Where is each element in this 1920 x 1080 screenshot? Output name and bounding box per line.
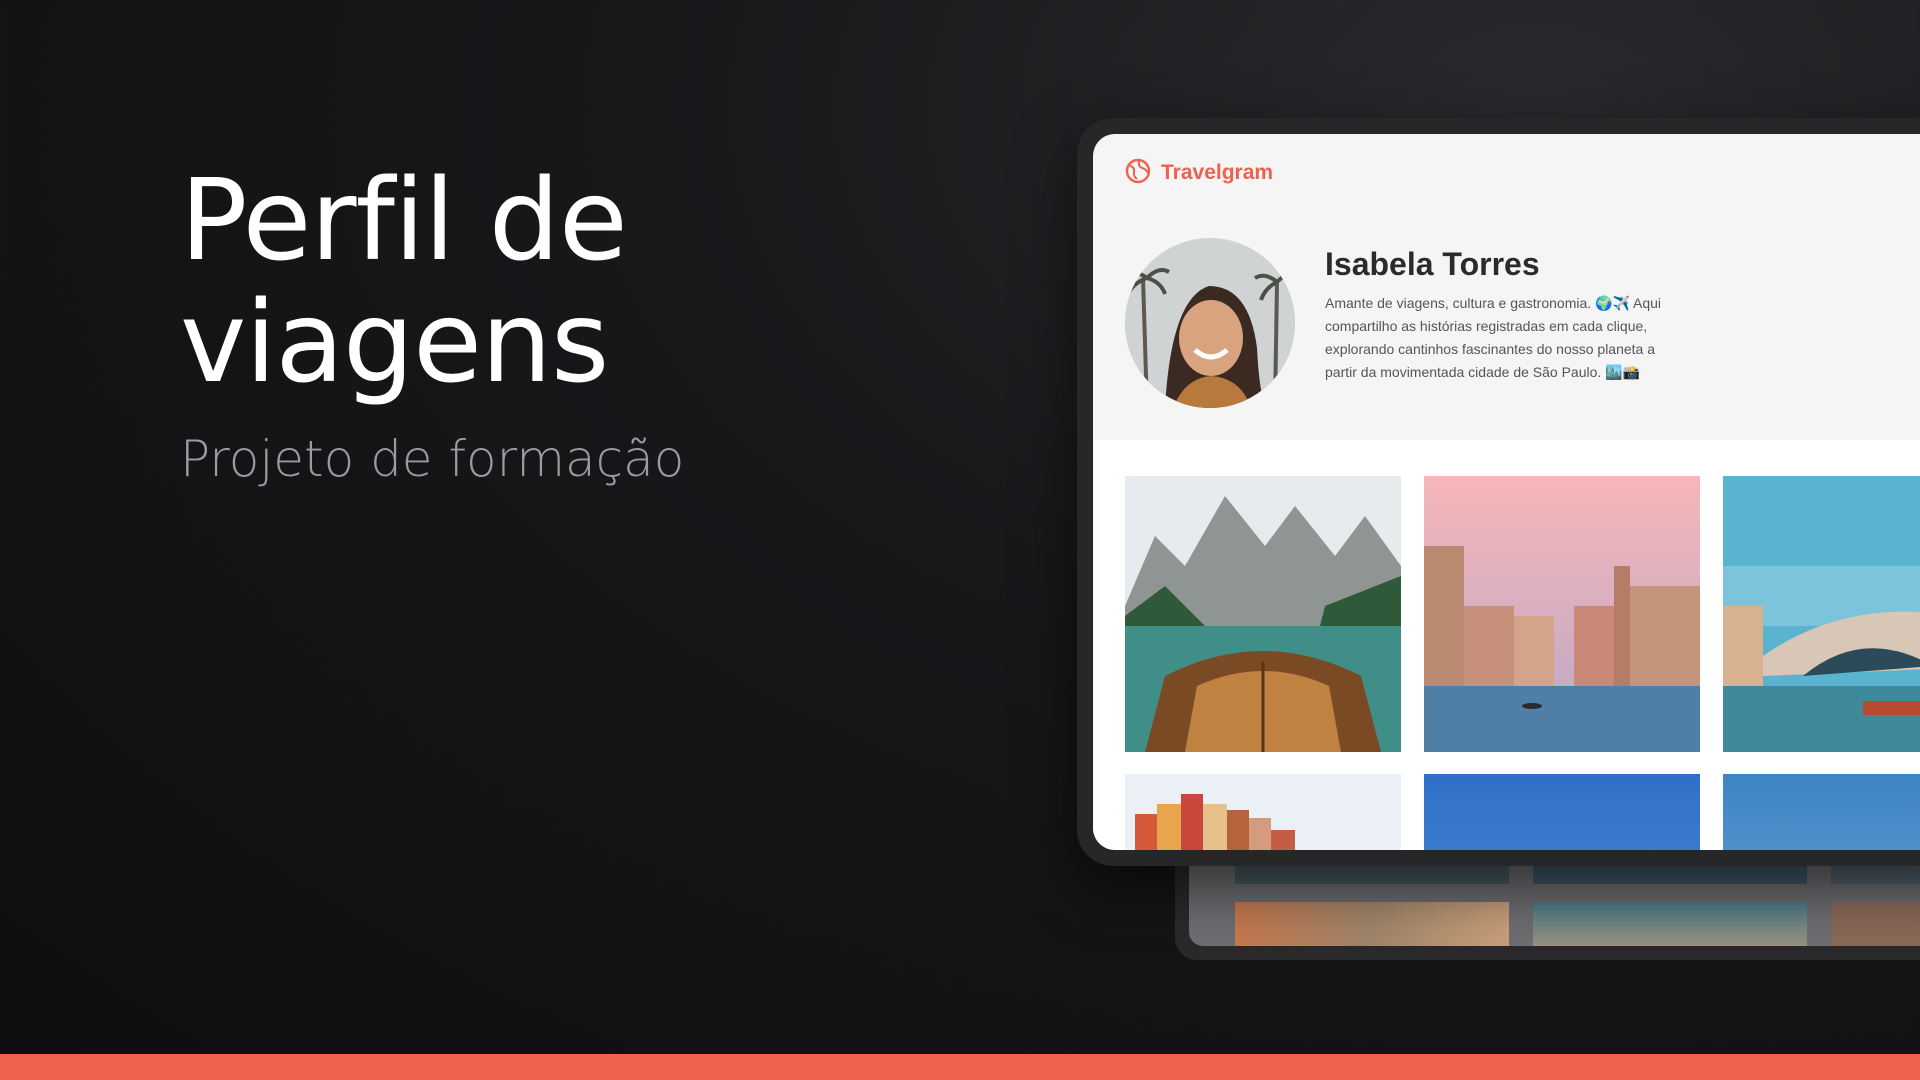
back-photo [1831,902,1920,946]
photo-lake-boat[interactable] [1125,476,1401,752]
device-mockup: Travelgram Isabela Torres Amante de viag… [1077,118,1920,866]
avatar[interactable] [1125,238,1295,408]
photo-cliff-village[interactable] [1125,774,1401,850]
divider [1093,440,1920,448]
hero-title: Perfil de viagens [180,156,628,408]
hero-subtitle: Projeto de formação [180,430,685,488]
profile-name: Isabela Torres [1325,246,1540,282]
globe-icon [1125,158,1151,188]
back-photo [1235,902,1509,946]
brand-name: Travelgram [1161,161,1274,184]
back-photo [1533,902,1807,946]
photo-rialto-bridge[interactable] [1723,476,1920,752]
photo-blue-sky[interactable] [1424,774,1700,850]
accent-bar [0,1054,1920,1080]
profile-bio: Amante de viagens, cultura e gastronomia… [1325,295,1662,380]
photo-venice-canal[interactable] [1424,476,1700,752]
brand[interactable]: Travelgram [1125,158,1273,188]
app-screen: Travelgram Isabela Torres Amante de viag… [1093,134,1920,850]
photo-blue-sky-coast[interactable] [1723,774,1920,850]
